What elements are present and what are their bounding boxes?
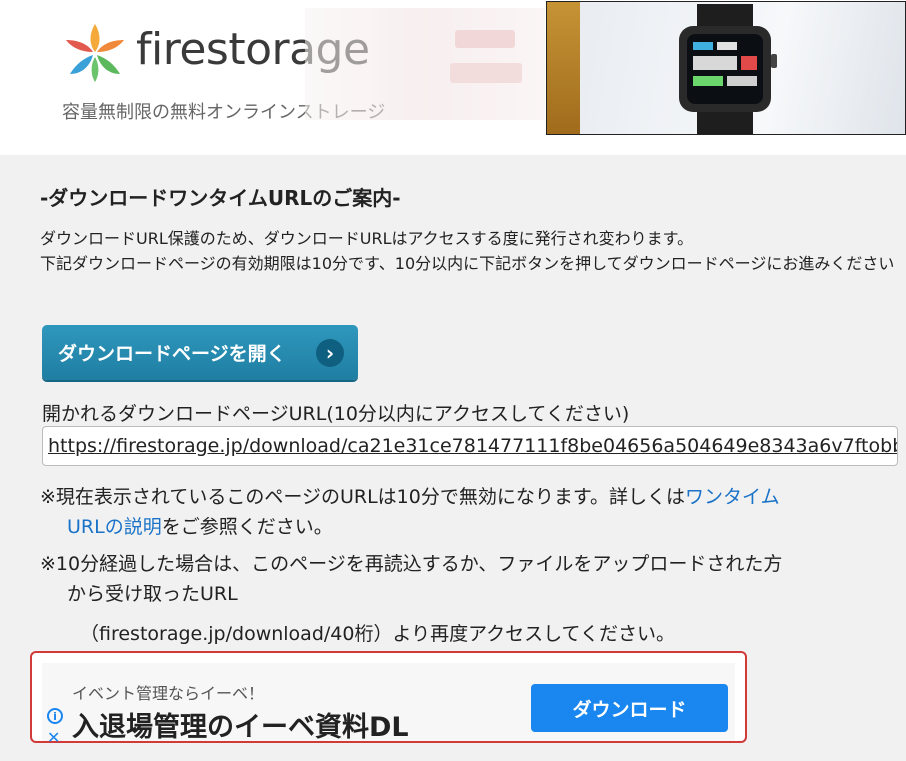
- download-url-field[interactable]: https://firestorage.jp/download/ca21e31c…: [42, 426, 898, 466]
- ad-gold-strip: [547, 2, 580, 134]
- ad-subtitle: イベント管理ならイーベ！: [72, 684, 265, 703]
- main-content: -ダウンロードワンタイムURLのご案内- ダウンロードURL保護のため、ダウンロ…: [0, 155, 906, 761]
- chevron-right-icon: ›: [316, 339, 344, 367]
- note-url-expiry: ※現在表示されているこのページのURLは10分で無効になります。詳しくはワンタイ…: [40, 482, 900, 542]
- ad-close-icon[interactable]: ✕: [47, 728, 60, 747]
- url-explanation-link[interactable]: URLの説明: [67, 516, 162, 538]
- header: firestorage 容量無制限の無料オンラインストレージ: [0, 0, 906, 155]
- bottom-ad[interactable]: イベント管理ならイーベ！ 入退場管理のイーベ資料DL ダウンロード i ✕: [30, 651, 747, 747]
- open-download-page-button[interactable]: ダウンロードページを開く ›: [42, 325, 358, 380]
- onetime-link[interactable]: ワンタイム: [685, 486, 780, 508]
- note-reaccess: （firestorage.jp/download/40桁）より再度アクセスしてく…: [80, 623, 675, 645]
- faded-ad-text-block: [450, 63, 522, 83]
- faded-ad-banner[interactable]: [305, 8, 545, 120]
- open-download-page-label: ダウンロードページを開く: [58, 343, 286, 365]
- ad-info-icon[interactable]: i: [47, 708, 63, 724]
- description-line-2: 下記ダウンロードページの有効期限は10分です、10分以内に下記ボタンを押してダウ…: [40, 254, 895, 273]
- smartwatch-image-icon: [679, 4, 777, 134]
- ad-download-button[interactable]: ダウンロード: [531, 684, 728, 732]
- ad-headline[interactable]: 入退場管理のイーベ資料DL: [72, 705, 409, 744]
- smartwatch-ad-banner[interactable]: [546, 1, 906, 135]
- note1-text: ※現在表示されているこのページのURLは10分で無効になります。詳しくは: [40, 486, 685, 508]
- note1-suffix: をご参照ください。: [161, 516, 333, 538]
- url-label: 開かれるダウンロードページURL(10分以内にアクセスしてください): [42, 403, 630, 425]
- faded-ad-text-block: [455, 30, 515, 48]
- note2-line2: から受け取ったURL: [67, 583, 238, 605]
- description-line-1: ダウンロードURL保護のため、ダウンロードURLはアクセスする度に発行され変わり…: [40, 229, 694, 248]
- page-title: -ダウンロードワンタイムURLのご案内-: [40, 186, 401, 210]
- note2-line1: ※10分経過した場合は、このページを再読込するか、ファイルをアップロードされた方: [40, 553, 783, 575]
- firestorage-logo-icon[interactable]: [62, 22, 128, 84]
- note-reload: ※10分経過した場合は、このページを再読込するか、ファイルをアップロードされた方…: [40, 549, 900, 609]
